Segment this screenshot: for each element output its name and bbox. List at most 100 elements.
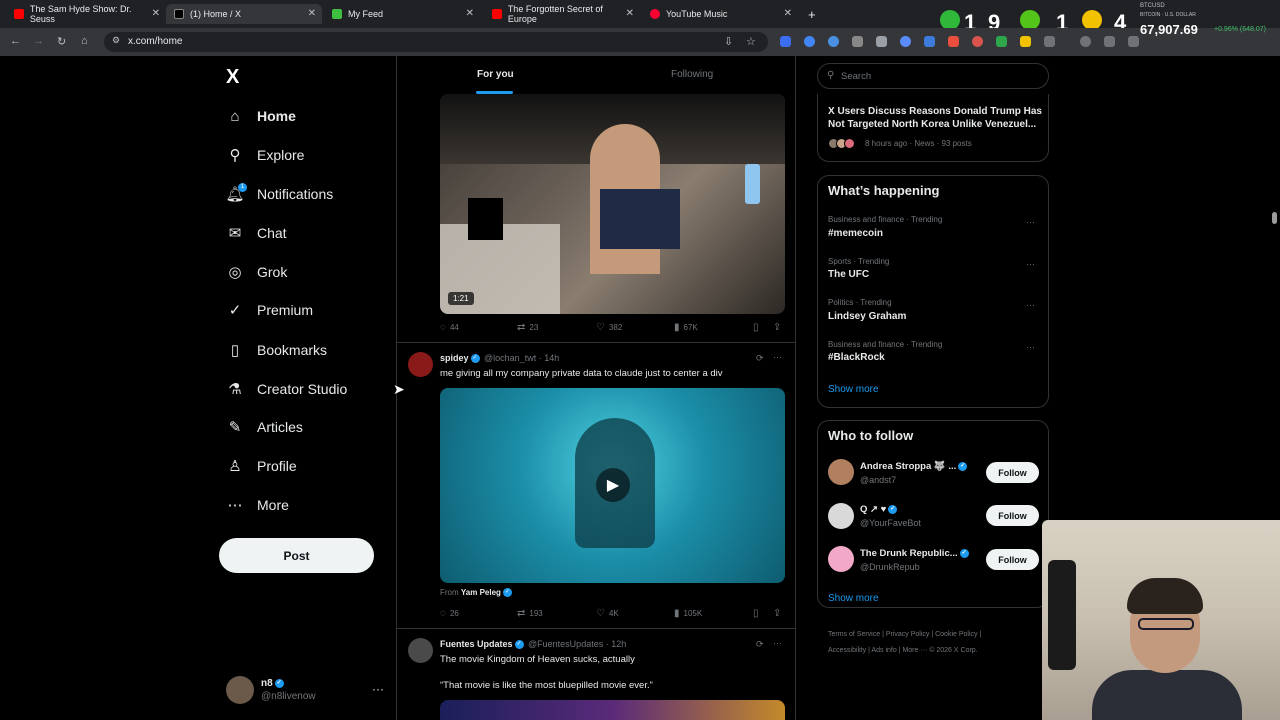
extension-icon[interactable] bbox=[852, 36, 863, 47]
extension-icon[interactable] bbox=[948, 36, 959, 47]
more-icon[interactable]: ··· bbox=[1026, 259, 1035, 269]
like-button[interactable]: ♡ 4K bbox=[596, 608, 619, 619]
extension-icon[interactable] bbox=[1020, 36, 1031, 47]
nav-more[interactable]: ⋯ More bbox=[226, 493, 289, 517]
bookmark-star-icon[interactable]: ☆ bbox=[746, 35, 756, 48]
grok-icon[interactable]: ⟳ bbox=[756, 353, 764, 364]
repost-button[interactable]: ⇄ 23 bbox=[517, 322, 538, 333]
close-icon[interactable]: ✕ bbox=[626, 8, 634, 19]
tab-for-you[interactable]: For you bbox=[477, 69, 514, 80]
close-icon[interactable]: ✕ bbox=[466, 8, 474, 19]
views-button[interactable]: ▮ 67K bbox=[674, 322, 698, 333]
browser-tab[interactable]: The Sam Hyde Show: Dr. Seuss ✕ bbox=[6, 4, 166, 24]
repost-button[interactable]: ⇄ 193 bbox=[517, 608, 543, 619]
close-icon[interactable]: ✕ bbox=[784, 8, 792, 19]
tab-following[interactable]: Following bbox=[671, 69, 713, 80]
extension-icon[interactable] bbox=[804, 36, 815, 47]
views-button[interactable]: ▮ 105K bbox=[674, 608, 702, 619]
trend-name[interactable]: #BlackRock bbox=[828, 352, 885, 363]
more-icon[interactable]: ··· bbox=[1026, 342, 1035, 352]
nav-notifications[interactable]: 🔔︎ 1 Notifications bbox=[225, 182, 333, 206]
extension-icon[interactable] bbox=[1104, 36, 1115, 47]
more-icon[interactable]: ··· bbox=[1026, 300, 1035, 310]
avatar[interactable] bbox=[828, 503, 854, 529]
back-icon[interactable]: ← bbox=[10, 35, 21, 47]
reply-button[interactable]: ◌ 44 bbox=[440, 322, 459, 333]
address-bar[interactable]: ⚙ x.com/home bbox=[104, 32, 768, 52]
post-text: The movie Kingdom of Heaven sucks, actua… bbox=[440, 654, 635, 665]
nav-profile[interactable]: ♙ Profile bbox=[226, 454, 296, 478]
bookmark-button[interactable]: ▯ bbox=[753, 322, 763, 333]
new-tab-icon[interactable]: + bbox=[800, 4, 824, 24]
devtools-icon[interactable] bbox=[1128, 36, 1139, 47]
bookmark-button[interactable]: ▯ bbox=[753, 608, 763, 619]
show-more-link[interactable]: Show more bbox=[828, 593, 879, 604]
like-button[interactable]: ♡ 382 bbox=[596, 322, 622, 333]
follow-button[interactable]: Follow bbox=[986, 462, 1039, 483]
home-icon[interactable]: ⌂ bbox=[81, 35, 88, 47]
close-icon[interactable]: ✕ bbox=[152, 8, 160, 19]
trend-name[interactable]: Lindsey Graham bbox=[828, 311, 906, 322]
show-more-link[interactable]: Show more bbox=[828, 384, 879, 395]
reload-icon[interactable]: ↻ bbox=[57, 35, 66, 48]
nav-bookmarks[interactable]: ▯ Bookmarks bbox=[226, 338, 327, 362]
follow-button[interactable]: Follow bbox=[986, 505, 1039, 526]
browser-tab[interactable]: My Feed ✕ bbox=[324, 4, 480, 24]
nav-home[interactable]: ⌂ Home bbox=[226, 104, 295, 128]
extension-icon[interactable] bbox=[780, 36, 791, 47]
extension-icon[interactable] bbox=[924, 36, 935, 47]
sunglasses-icon[interactable] bbox=[1082, 10, 1102, 30]
kick-icon[interactable] bbox=[940, 10, 960, 30]
more-icon[interactable]: ··· bbox=[372, 682, 384, 696]
news-title[interactable]: X Users Discuss Reasons Donald Trump Has… bbox=[828, 105, 1043, 131]
nav-explore[interactable]: ⚲ Explore bbox=[226, 143, 305, 167]
scrollbar[interactable] bbox=[1272, 212, 1277, 224]
avatar[interactable] bbox=[828, 459, 854, 485]
play-icon[interactable]: ▶ bbox=[596, 468, 630, 502]
avatar[interactable] bbox=[828, 546, 854, 572]
install-icon[interactable]: ⇩ bbox=[724, 35, 733, 48]
more-icon[interactable]: ··· bbox=[773, 352, 782, 362]
trend-name[interactable]: #memecoin bbox=[828, 228, 883, 239]
browser-tab-active[interactable]: (1) Home / X ✕ bbox=[166, 4, 322, 24]
follow-button[interactable]: Follow bbox=[986, 549, 1039, 570]
nav-creator-studio[interactable]: ⚗ Creator Studio bbox=[226, 377, 347, 401]
shield-icon[interactable] bbox=[996, 36, 1007, 47]
post-image[interactable] bbox=[440, 700, 785, 720]
trend-name[interactable]: The UFC bbox=[828, 269, 869, 280]
site-info-icon[interactable]: ⚙ bbox=[112, 35, 120, 46]
share-button[interactable]: ⇪ bbox=[773, 608, 785, 619]
x-logo-icon[interactable]: X bbox=[226, 66, 239, 89]
nav-chat[interactable]: ✉ Chat bbox=[226, 221, 287, 245]
grok-icon[interactable]: ⟳ bbox=[756, 639, 764, 650]
extension-icon[interactable] bbox=[972, 36, 983, 47]
follow-name[interactable]: Andrea Stroppa 🐺 ... ✓ bbox=[860, 461, 969, 472]
extension-icon[interactable] bbox=[900, 36, 911, 47]
extension-icon[interactable] bbox=[828, 36, 839, 47]
avatar[interactable] bbox=[408, 638, 433, 663]
rumble-icon[interactable] bbox=[1020, 10, 1040, 30]
follow-name[interactable]: Q ↗ ♥ ✓ bbox=[860, 504, 899, 515]
puzzle-icon[interactable] bbox=[1044, 36, 1055, 47]
browser-tab[interactable]: The Forgotten Secret of Europe ✕ bbox=[484, 4, 640, 24]
follow-name[interactable]: The Drunk Republic... ✓ bbox=[860, 548, 971, 559]
footer-links[interactable]: Accessibility | Ads info | More ··· © 20… bbox=[828, 647, 978, 654]
nav-articles[interactable]: ✎ Articles bbox=[226, 415, 303, 439]
post-button[interactable]: Post bbox=[219, 538, 374, 573]
forward-icon[interactable]: → bbox=[33, 35, 44, 47]
browser-tab[interactable]: YouTube Music ✕ bbox=[642, 4, 798, 24]
more-icon[interactable]: ··· bbox=[1026, 217, 1035, 227]
share-button[interactable]: ⇪ bbox=[773, 322, 785, 333]
reply-button[interactable]: ◌ 26 bbox=[440, 608, 459, 619]
nav-premium[interactable]: ✓ Premium bbox=[226, 298, 313, 322]
more-icon[interactable]: ··· bbox=[773, 638, 782, 648]
nav-grok[interactable]: ◎ Grok bbox=[226, 260, 287, 284]
history-icon[interactable] bbox=[1080, 36, 1091, 47]
footer-links[interactable]: Terms of Service | Privacy Policy | Cook… bbox=[828, 631, 981, 638]
search-input[interactable]: ⚲ Search bbox=[817, 63, 1049, 89]
extension-icon[interactable] bbox=[876, 36, 887, 47]
post-video[interactable] bbox=[440, 94, 785, 314]
close-icon[interactable]: ✕ bbox=[308, 8, 316, 19]
avatar[interactable] bbox=[408, 352, 433, 377]
home-icon: ⌂ bbox=[230, 107, 240, 125]
